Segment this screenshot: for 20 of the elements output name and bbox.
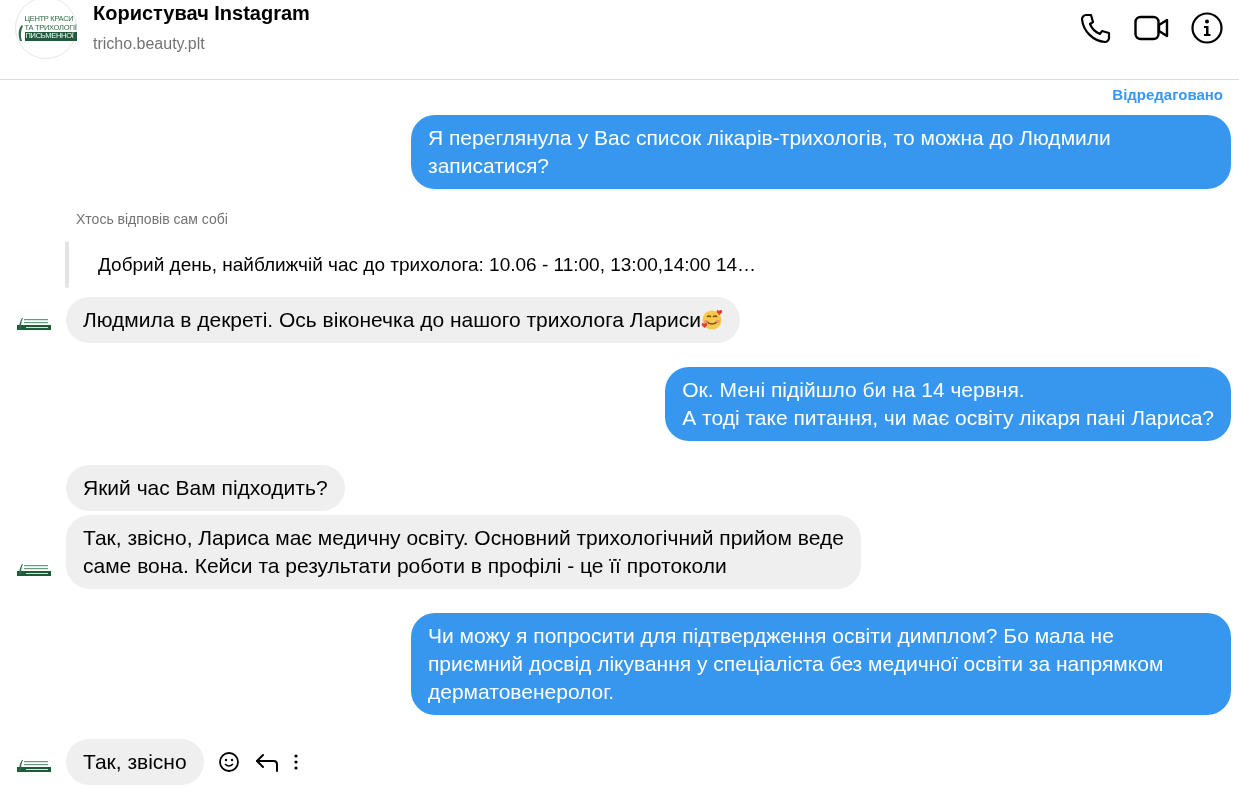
more-icon[interactable] xyxy=(292,753,299,771)
contact-username: tricho.beauty.plt xyxy=(93,35,206,53)
emoji-icon[interactable] xyxy=(217,751,240,773)
info-icon[interactable] xyxy=(1191,12,1223,44)
phone-icon[interactable] xyxy=(1080,12,1112,44)
message-bubble: Так, звісно, Лариса має медичну освіту. Основний трихологічний прийом веде саме вона. Кейси та результати роботи в профілі - це її протоколи xyxy=(66,515,861,589)
contact-name: Користувач Instagram xyxy=(93,1,310,25)
avatar-icon[interactable] xyxy=(15,562,53,577)
edited-label: Відредаговано xyxy=(1112,86,1223,103)
message-bubble: Я переглянула у Вас список лікарів-трихологів, то можна до Людмили записатися? xyxy=(411,115,1231,189)
reply-icon[interactable] xyxy=(253,751,279,773)
message-bubble: Чи можу я попросити для підтвердження освіти димплом? Бо мала не приємний досвід лікування у спеціаліста без медичної освіти за напрямком дерматовенеролог. xyxy=(411,613,1231,715)
message-bubble: Який час Вам підходить? xyxy=(66,465,345,511)
message-bubble: Ок. Мені підійшло би на 14 червня. А тоді таке питання, чи має освіту лікаря пані Лариса? xyxy=(665,367,1231,441)
message-bubble: Так, звісно xyxy=(66,739,204,785)
reply-label: Хтось відповів сам собі xyxy=(76,211,229,227)
quoted-message: Добрий день, найближчій час до трихолога: 10.06 - 11:00, 13:00,14:00 14… xyxy=(97,253,758,277)
avatar-icon[interactable] xyxy=(15,316,53,331)
avatar-icon[interactable] xyxy=(15,758,53,773)
message-bubble: Людмила в декреті. Ось віконечка до нашого трихолога Лариси xyxy=(66,297,740,343)
